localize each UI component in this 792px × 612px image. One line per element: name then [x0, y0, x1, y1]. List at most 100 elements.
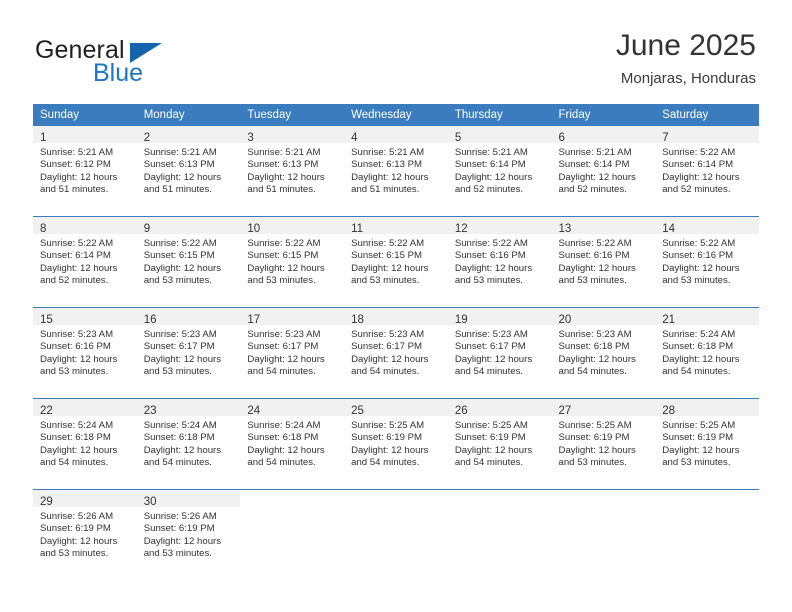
- day-number-band: 28: [655, 399, 759, 417]
- day-number: 17: [247, 314, 261, 326]
- day-details: Sunrise: 5:22 AM Sunset: 6:14 PM Daylight:…: [33, 234, 137, 288]
- sunset-text: Sunset: 6:17 PM: [351, 341, 423, 353]
- sunrise-text: Sunrise: 5:24 AM: [247, 420, 321, 431]
- day-number-band: 7: [655, 126, 759, 144]
- day-details: Sunrise: 5:25 AM Sunset: 6:19 PM Daylight:…: [552, 416, 656, 470]
- daylight-text-line2: and 54 minutes.: [454, 366, 524, 378]
- calendar-day-cell[interactable]: 10 Sunrise: 5:22 AM Sunset: 6:15 PM Dayligh…: [240, 216, 345, 308]
- calendar-day-cell[interactable]: 15 Sunrise: 5:23 AM Sunset: 6:16 PM Dayligh…: [33, 307, 137, 399]
- sunset-text: Sunset: 6:13 PM: [351, 159, 423, 171]
- day-number-band: 24: [240, 399, 345, 417]
- daylight-text-line2: and 53 minutes.: [558, 275, 627, 287]
- daylight-text-line2: and 53 minutes.: [351, 275, 420, 287]
- day-details: Sunrise: 5:23 AM Sunset: 6:18 PM Daylight:…: [552, 325, 656, 379]
- day-number: 13: [558, 223, 572, 235]
- calendar-day-cell[interactable]: 6 Sunrise: 5:21 AM Sunset: 6:14 PM Daylight…: [551, 126, 656, 217]
- sunset-text: Sunset: 6:18 PM: [247, 432, 319, 444]
- calendar-day-cell[interactable]: 27 Sunrise: 5:25 AM Sunset: 6:19 PM Dayligh…: [551, 398, 656, 490]
- calendar-day-cell[interactable]: 3 Sunrise: 5:21 AM Sunset: 6:13 PM Daylight…: [240, 126, 345, 217]
- calendar-day-cell[interactable]: 18 Sunrise: 5:23 AM Sunset: 6:17 PM Dayligh…: [344, 307, 448, 399]
- calendar-day-cell[interactable]: 8 Sunrise: 5:22 AM Sunset: 6:14 PM Daylight…: [33, 216, 137, 308]
- day-details: Sunrise: 5:22 AM Sunset: 6:14 PM Daylight:…: [655, 143, 759, 197]
- calendar-day-cell[interactable]: 21 Sunrise: 5:24 AM Sunset: 6:18 PM Dayligh…: [655, 307, 759, 399]
- weekday-header-thursday: Thursday: [447, 104, 552, 126]
- daylight-text-line1: Daylight: 12 hours: [143, 262, 222, 274]
- daylight-text-line2: and 51 minutes.: [40, 184, 109, 196]
- sunset-text: Sunset: 6:15 PM: [351, 250, 423, 262]
- calendar-day-cell[interactable]: 9 Sunrise: 5:22 AM Sunset: 6:15 PM Daylight…: [136, 216, 241, 308]
- calendar-day-cell[interactable]: 16 Sunrise: 5:23 AM Sunset: 6:17 PM Dayligh…: [136, 307, 241, 399]
- calendar-page: General Blue June 2025 Monjaras, Hondura…: [0, 0, 792, 612]
- day-cell-inner: 30 Sunrise: 5:26 AM Sunset: 6:19 PM Dayligh…: [136, 490, 241, 580]
- daylight-text-line2: and 53 minutes.: [143, 366, 212, 378]
- daylight-text-line1: Daylight: 12 hours: [40, 444, 118, 456]
- daylight-text-line2: and 52 minutes.: [558, 184, 627, 196]
- daylight-text-line1: Daylight: 12 hours: [454, 171, 533, 183]
- day-number: 4: [351, 132, 358, 144]
- calendar-day-cell[interactable]: 2 Sunrise: 5:21 AM Sunset: 6:13 PM Daylight…: [136, 126, 241, 217]
- calendar-day-cell[interactable]: 12 Sunrise: 5:22 AM Sunset: 6:16 PM Dayligh…: [447, 216, 552, 308]
- calendar-day-cell[interactable]: 26 Sunrise: 5:25 AM Sunset: 6:19 PM Dayligh…: [447, 398, 552, 490]
- calendar-day-cell[interactable]: 11 Sunrise: 5:22 AM Sunset: 6:15 PM Dayligh…: [344, 216, 448, 308]
- day-number-band: 29: [33, 490, 137, 508]
- calendar-day-cell[interactable]: 22 Sunrise: 5:24 AM Sunset: 6:18 PM Dayligh…: [33, 398, 137, 490]
- day-cell-inner: 21 Sunrise: 5:24 AM Sunset: 6:18 PM Dayligh…: [655, 308, 759, 398]
- calendar-day-cell[interactable]: 30 Sunrise: 5:26 AM Sunset: 6:19 PM Dayligh…: [136, 489, 241, 580]
- day-cell-inner: 10 Sunrise: 5:22 AM Sunset: 6:15 PM Dayligh…: [240, 217, 345, 307]
- daylight-text-line1: Daylight: 12 hours: [454, 444, 533, 456]
- calendar-day-cell[interactable]: 20 Sunrise: 5:23 AM Sunset: 6:18 PM Dayligh…: [551, 307, 656, 399]
- daylight-text-line1: Daylight: 12 hours: [247, 444, 325, 456]
- daylight-text-line2: and 54 minutes.: [40, 457, 109, 469]
- sunset-text: Sunset: 6:18 PM: [558, 341, 630, 353]
- daylight-text-line2: and 54 minutes.: [143, 457, 212, 469]
- calendar-day-cell[interactable]: 17 Sunrise: 5:23 AM Sunset: 6:17 PM Dayligh…: [240, 307, 345, 399]
- location-subtitle: Monjaras, Honduras: [620, 70, 756, 87]
- day-cell-inner: 13 Sunrise: 5:22 AM Sunset: 6:16 PM Dayligh…: [551, 217, 656, 307]
- sunrise-text: Sunrise: 5:23 AM: [454, 329, 528, 340]
- day-details: Sunrise: 5:21 AM Sunset: 6:13 PM Daylight:…: [137, 143, 241, 197]
- day-number-band: 17: [240, 308, 345, 326]
- logo-general-blue[interactable]: General Blue: [35, 36, 275, 92]
- calendar-day-cell[interactable]: 5 Sunrise: 5:21 AM Sunset: 6:14 PM Daylight…: [447, 126, 552, 217]
- daylight-text-line1: Daylight: 12 hours: [143, 353, 222, 365]
- sunset-text: Sunset: 6:17 PM: [454, 341, 526, 353]
- weekday-header-friday: Friday: [551, 104, 656, 126]
- day-details: Sunrise: 5:25 AM Sunset: 6:19 PM Daylight:…: [448, 416, 552, 470]
- day-number-band: [655, 490, 759, 507]
- day-number: 8: [40, 223, 47, 235]
- weekday-header-monday: Monday: [136, 104, 241, 126]
- calendar-day-cell[interactable]: 19 Sunrise: 5:23 AM Sunset: 6:17 PM Dayligh…: [447, 307, 552, 399]
- calendar-day-cell[interactable]: 25 Sunrise: 5:25 AM Sunset: 6:19 PM Dayligh…: [344, 398, 448, 490]
- calendar-day-cell[interactable]: 29 Sunrise: 5:26 AM Sunset: 6:19 PM Dayligh…: [33, 489, 137, 580]
- day-number: 16: [143, 314, 157, 326]
- day-cell-inner: 4 Sunrise: 5:21 AM Sunset: 6:13 PM Daylight…: [344, 126, 448, 216]
- daylight-text-line1: Daylight: 12 hours: [662, 171, 740, 183]
- calendar-day-cell[interactable]: 23 Sunrise: 5:24 AM Sunset: 6:18 PM Dayligh…: [136, 398, 241, 490]
- calendar-day-cell[interactable]: 13 Sunrise: 5:22 AM Sunset: 6:16 PM Dayligh…: [551, 216, 656, 308]
- day-number-band: 21: [655, 308, 759, 326]
- weekday-header-sunday: Sunday: [33, 104, 137, 126]
- day-details: Sunrise: 5:23 AM Sunset: 6:16 PM Daylight:…: [33, 325, 137, 379]
- day-number: 30: [143, 496, 157, 508]
- calendar-day-cell[interactable]: 1 Sunrise: 5:21 AM Sunset: 6:12 PM Daylight…: [33, 126, 137, 217]
- day-details: Sunrise: 5:25 AM Sunset: 6:19 PM Daylight:…: [655, 416, 759, 470]
- sunset-text: Sunset: 6:15 PM: [247, 250, 319, 262]
- day-cell-inner: 24 Sunrise: 5:24 AM Sunset: 6:18 PM Dayligh…: [240, 399, 345, 489]
- daylight-text-line2: and 54 minutes.: [351, 366, 420, 378]
- day-cell-inner: [655, 490, 759, 580]
- day-details: Sunrise: 5:24 AM Sunset: 6:18 PM Daylight:…: [33, 416, 137, 470]
- calendar-day-cell[interactable]: 24 Sunrise: 5:24 AM Sunset: 6:18 PM Dayligh…: [240, 398, 345, 490]
- calendar-day-cell[interactable]: 28 Sunrise: 5:25 AM Sunset: 6:19 PM Dayligh…: [655, 398, 759, 490]
- sunset-text: Sunset: 6:19 PM: [558, 432, 630, 444]
- calendar-day-cell[interactable]: 7 Sunrise: 5:22 AM Sunset: 6:14 PM Daylight…: [655, 126, 759, 217]
- day-cell-inner: [448, 490, 552, 580]
- day-details: Sunrise: 5:22 AM Sunset: 6:15 PM Daylight:…: [137, 234, 241, 288]
- calendar-empty-cell: [240, 489, 345, 580]
- sunrise-text: Sunrise: 5:25 AM: [662, 420, 736, 431]
- day-details: Sunrise: 5:22 AM Sunset: 6:16 PM Daylight:…: [655, 234, 759, 288]
- logo-text-blue: Blue: [93, 59, 144, 87]
- calendar-day-cell[interactable]: 14 Sunrise: 5:22 AM Sunset: 6:16 PM Dayligh…: [655, 216, 759, 308]
- calendar-day-cell[interactable]: 4 Sunrise: 5:21 AM Sunset: 6:13 PM Daylight…: [344, 126, 448, 217]
- daylight-text-line1: Daylight: 12 hours: [558, 171, 636, 183]
- day-number-band: 1: [33, 126, 137, 144]
